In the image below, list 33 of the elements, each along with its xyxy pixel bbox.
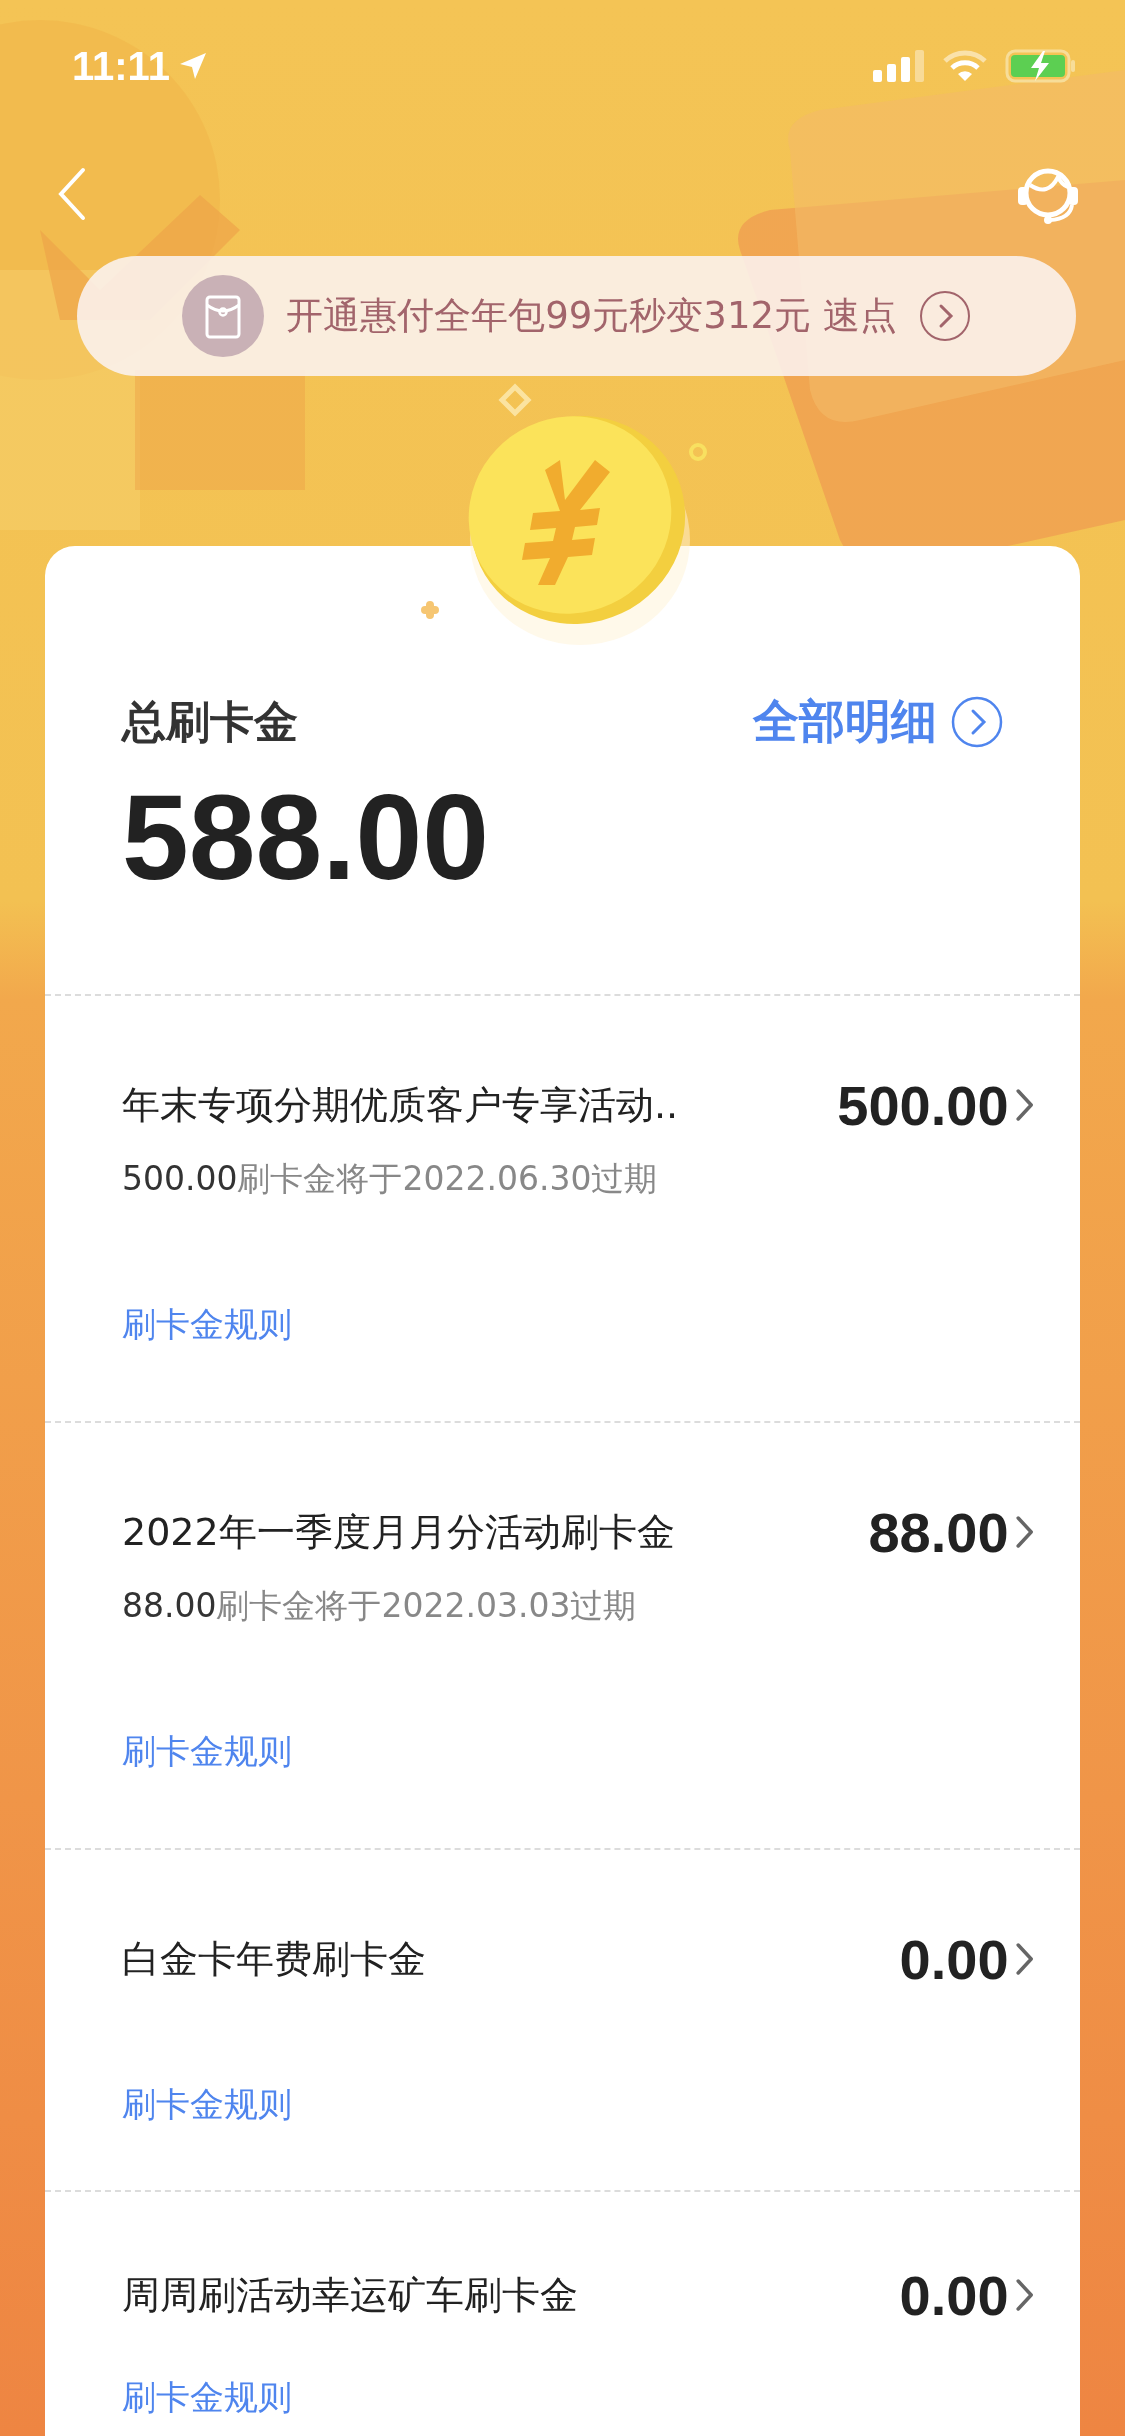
chevron-right-icon — [1014, 1515, 1035, 1549]
chevron-circle-icon — [951, 696, 1003, 748]
chevron-right-icon — [1014, 1942, 1035, 1976]
bonus-item-row[interactable]: 年末专项分期优质客户专享活动.. 500.00 — [122, 1070, 1035, 1140]
details-link[interactable]: 全部明细 — [753, 691, 1003, 753]
bonus-amount: 88.00 — [868, 1499, 1009, 1565]
bonus-title: 周周刷活动幸运矿车刷卡金 — [122, 2271, 579, 2319]
total-label: 总刷卡金 — [122, 694, 298, 749]
wifi-icon — [943, 50, 987, 82]
chevron-right-icon — [1014, 1088, 1035, 1122]
clock-time: 11:11 — [72, 43, 170, 89]
rules-link[interactable]: 刷卡金规则 — [122, 1299, 292, 1349]
bonus-amount: 500.00 — [837, 1072, 1009, 1138]
chevron-circle-icon — [918, 290, 971, 342]
bonus-item-row[interactable]: 周周刷活动幸运矿车刷卡金 0.00 — [122, 2260, 1035, 2330]
bonus-item-row[interactable]: 白金卡年费刷卡金 0.00 — [122, 1924, 1035, 1994]
expiry-note: 500.00刷卡金将于2022.06.30过期 — [122, 1158, 659, 1200]
total-amount: 588.00 — [122, 769, 491, 906]
rules-link[interactable]: 刷卡金规则 — [122, 2079, 292, 2129]
promo-banner[interactable]: 开通惠付全年包99元秒变312元 速点 — [77, 256, 1076, 376]
signal-icon — [873, 50, 925, 82]
bonus-amount: 0.00 — [899, 1926, 1009, 1992]
chevron-right-icon — [1014, 2278, 1035, 2312]
bonus-title: 2022年一季度月月分活动刷卡金 — [122, 1508, 676, 1556]
bonus-title: 年末专项分期优质客户专享活动.. — [122, 1081, 680, 1129]
battery-charging-icon — [1005, 49, 1077, 83]
expiry-note: 88.00刷卡金将于2022.03.03过期 — [122, 1585, 638, 1627]
bonus-title: 白金卡年费刷卡金 — [122, 1935, 427, 1983]
bonus-item-row[interactable]: 2022年一季度月月分活动刷卡金 88.00 — [122, 1497, 1035, 1567]
envelope-icon — [182, 275, 265, 357]
bonus-amount: 0.00 — [899, 2262, 1009, 2328]
rules-link[interactable]: 刷卡金规则 — [122, 1726, 292, 1776]
rules-link[interactable]: 刷卡金规则 — [122, 2372, 292, 2422]
